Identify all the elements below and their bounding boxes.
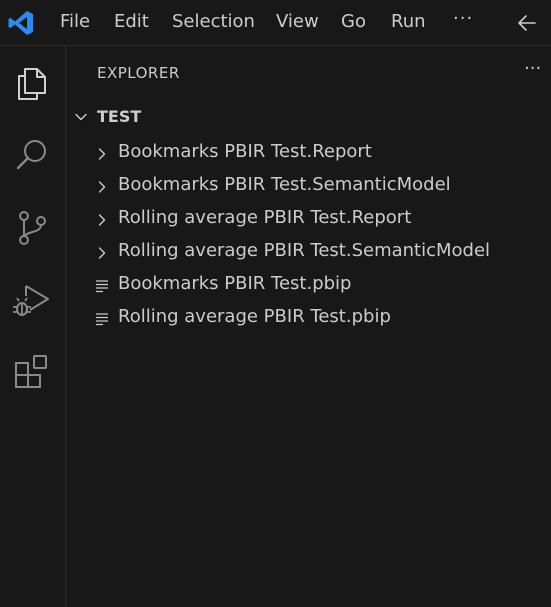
explorer-more-icon[interactable]: ···	[524, 58, 541, 79]
run-debug-icon[interactable]	[10, 278, 54, 322]
tree-item-label: Bookmarks PBIR Test.SemanticModel	[118, 174, 451, 195]
title-bar: File Edit Selection View Go Run ···	[0, 0, 551, 46]
tree-item-folder[interactable]: Bookmarks PBIR Test.SemanticModel	[66, 171, 551, 201]
chevron-right-icon	[98, 247, 106, 259]
explorer-title: EXPLORER	[97, 64, 180, 82]
source-control-icon[interactable]	[10, 206, 54, 250]
tree-item-folder[interactable]: Rolling average PBIR Test.Report	[66, 204, 551, 234]
menu-file[interactable]: File	[60, 11, 90, 33]
menu-view[interactable]: View	[276, 11, 319, 33]
menu-edit[interactable]: Edit	[114, 11, 149, 33]
menu-selection[interactable]: Selection	[172, 11, 255, 33]
chevron-down-icon	[75, 113, 87, 121]
activity-bar	[0, 46, 66, 607]
tree-item-file[interactable]: Bookmarks PBIR Test.pbip	[66, 270, 551, 300]
menu-more-icon[interactable]: ···	[453, 8, 473, 29]
file-lines-icon	[96, 280, 108, 293]
tree-item-folder[interactable]: Bookmarks PBIR Test.Report	[66, 138, 551, 168]
chevron-right-icon	[98, 214, 106, 226]
tree-item-label: Rolling average PBIR Test.SemanticModel	[118, 240, 491, 261]
folder-label: TEST	[97, 107, 142, 126]
file-lines-icon	[96, 313, 108, 326]
folder-header-test[interactable]: TEST	[66, 102, 551, 132]
extensions-icon[interactable]	[10, 350, 54, 394]
chevron-right-icon	[98, 148, 106, 160]
tree-item-file[interactable]: Rolling average PBIR Test.pbip	[66, 303, 551, 333]
tree-item-label: Rolling average PBIR Test.Report	[118, 207, 412, 228]
tree-item-label: Bookmarks PBIR Test.Report	[118, 141, 372, 162]
tree-item-label: Rolling average PBIR Test.pbip	[118, 306, 391, 327]
tree-item-folder[interactable]: Rolling average PBIR Test.SemanticModel	[66, 237, 551, 267]
menu-run[interactable]: Run	[391, 11, 426, 33]
vscode-logo-icon[interactable]	[7, 9, 35, 37]
files-icon[interactable]	[10, 62, 54, 106]
search-icon[interactable]	[10, 133, 54, 177]
chevron-right-icon	[98, 181, 106, 193]
explorer-panel: EXPLORER ··· TEST Bookmarks PBIR Test.Re…	[66, 46, 551, 607]
menu-go[interactable]: Go	[341, 11, 366, 33]
tree-item-label: Bookmarks PBIR Test.pbip	[118, 273, 352, 294]
back-arrow-icon[interactable]	[515, 11, 539, 35]
